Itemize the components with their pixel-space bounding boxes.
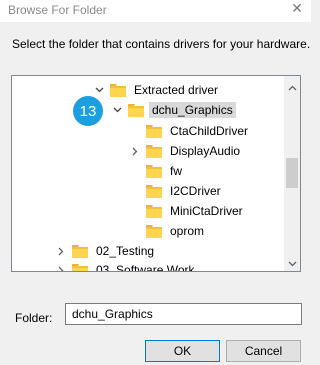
expand-chevron-icon[interactable]	[128, 141, 142, 161]
tree-item-label: DisplayAudio	[170, 144, 241, 158]
tree-item-dchu-graphics[interactable]: dchu_Graphics	[110, 100, 236, 120]
tree-item-label: I2CDriver	[170, 184, 221, 198]
folder-field-label: Folder:	[15, 311, 53, 325]
folder-icon	[146, 164, 162, 178]
folder-path-input[interactable]	[65, 303, 302, 325]
tree-content: Extracted driver dchu_Graphics CtaChildD…	[12, 76, 285, 271]
tree-item-label: dchu_Graphics	[149, 102, 236, 118]
window-title: Browse For Folder	[8, 3, 107, 17]
folder-icon	[146, 184, 162, 198]
tree-item-label: fw	[170, 164, 182, 178]
folder-icon	[110, 83, 126, 97]
folder-icon	[146, 124, 162, 138]
expand-chevron-icon[interactable]	[54, 260, 68, 271]
scroll-down-icon[interactable]	[284, 256, 300, 271]
folder-icon	[146, 224, 162, 238]
tree-item-03-software-work[interactable]: 03_Software Work	[54, 260, 198, 271]
folder-tree[interactable]: Extracted driver dchu_Graphics CtaChildD…	[11, 75, 301, 272]
folder-icon	[72, 244, 88, 258]
cancel-button[interactable]: Cancel	[226, 340, 301, 362]
scrollbar-thumb[interactable]	[286, 158, 298, 188]
ok-button[interactable]: OK	[145, 340, 220, 362]
tree-item-i2cdriver[interactable]: I2CDriver	[128, 181, 224, 201]
tree-item-displayaudio[interactable]: DisplayAudio	[128, 141, 243, 161]
title-bar: Browse For Folder ✕	[0, 0, 311, 22]
tree-item-label: MiniCtaDriver	[170, 204, 243, 218]
instruction-text: Select the folder that contains drivers …	[12, 37, 311, 51]
scroll-up-icon[interactable]	[284, 80, 300, 96]
tree-item-label: oprom	[170, 224, 205, 238]
tree-item-fw[interactable]: fw	[128, 161, 185, 181]
tree-item-label: 03_Software Work	[96, 263, 195, 271]
folder-icon	[146, 144, 162, 158]
tree-item-02-testing[interactable]: 02_Testing	[54, 241, 157, 261]
tree-item-label: 02_Testing	[96, 244, 155, 258]
tree-item-minictadriver[interactable]: MiniCtaDriver	[128, 201, 246, 221]
step-number-badge: 13	[73, 96, 103, 126]
close-icon[interactable]: ✕	[289, 0, 305, 16]
tree-item-ctachilddriver[interactable]: CtaChildDriver	[128, 121, 251, 141]
folder-icon	[128, 103, 144, 117]
tree-item-label: CtaChildDriver	[170, 124, 249, 138]
folder-icon	[146, 204, 162, 218]
tree-item-label: Extracted driver	[134, 83, 219, 97]
vertical-scrollbar[interactable]	[284, 76, 300, 271]
collapse-chevron-icon[interactable]	[110, 100, 124, 120]
tree-item-extracted-driver[interactable]: Extracted driver	[92, 80, 221, 100]
expand-chevron-icon[interactable]	[54, 241, 68, 261]
folder-icon	[72, 263, 88, 271]
tree-item-oprom[interactable]: oprom	[128, 221, 207, 241]
